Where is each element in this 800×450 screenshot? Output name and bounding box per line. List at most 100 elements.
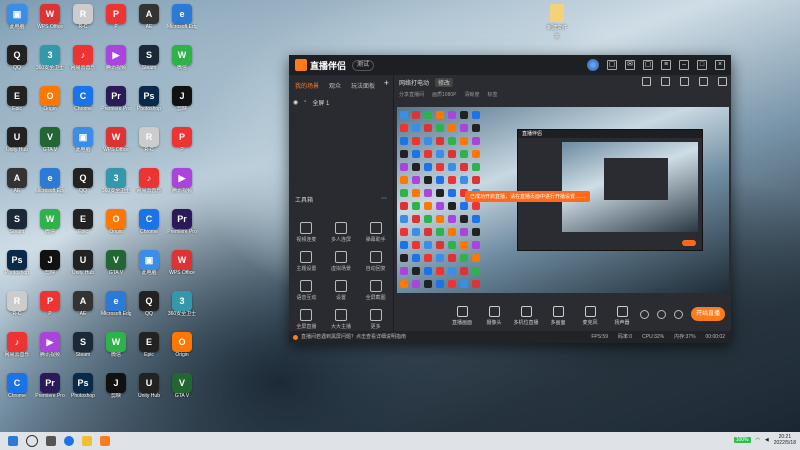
tool-item[interactable]: 全屏截图 — [358, 280, 393, 301]
camera-icon[interactable] — [640, 310, 649, 319]
desktop-icon[interactable]: U Unity Hub — [2, 127, 32, 157]
desktop-icon[interactable]: Q QQ — [68, 168, 98, 198]
control-button[interactable]: 麦克风 — [575, 306, 605, 326]
feedback-icon[interactable]: ▢ — [643, 60, 653, 70]
tool-item[interactable]: 弹幕助手 — [358, 222, 393, 243]
share-icon[interactable] — [718, 77, 727, 86]
explorer-icon[interactable] — [82, 436, 92, 446]
tool-item[interactable]: 虚拟场景 — [324, 251, 359, 272]
desktop-icon[interactable]: Pr Premiere Pro — [35, 373, 65, 403]
user-avatar[interactable] — [587, 59, 599, 71]
live-title[interactable]: 网络打电动 — [399, 78, 429, 87]
mail-icon[interactable]: ✉ — [625, 60, 635, 70]
version-badge[interactable]: 测试 — [352, 59, 375, 71]
desktop-icon[interactable]: V GTA V — [101, 250, 131, 280]
desktop-icon[interactable]: S Steam — [2, 209, 32, 239]
desktop-icon[interactable]: S Steam — [134, 45, 164, 75]
sub-info-item[interactable]: 标签 — [488, 91, 498, 98]
add-scene-icon[interactable]: + — [384, 78, 389, 88]
desktop-icon[interactable]: PP — [167, 127, 197, 157]
desktop-icon[interactable]: ♪ 网易云音乐 — [134, 168, 164, 198]
desktop-icon[interactable]: J 剪映 — [101, 373, 131, 403]
desktop-icon[interactable]: ▶ 腾讯视频 — [167, 168, 197, 198]
desktop-icon[interactable]: W WPS Office — [35, 4, 65, 34]
settings-icon[interactable]: ▢ — [607, 60, 617, 70]
desktop-icon[interactable]: C Chrome — [134, 209, 164, 239]
desktop-icon[interactable]: J 剪映 — [167, 86, 197, 116]
desktop-icon[interactable]: V GTA V — [167, 373, 197, 403]
desktop-icon[interactable]: A AE — [68, 291, 98, 321]
desktop-icon[interactable]: E Epic — [68, 209, 98, 239]
task-view-icon[interactable] — [46, 436, 56, 446]
desktop-icon[interactable]: U Unity Hub — [134, 373, 164, 403]
desktop-icon[interactable]: ▶ 腾讯视频 — [101, 45, 131, 75]
control-button[interactable]: 摄像头 — [479, 306, 509, 326]
tool-item[interactable]: 主题设置 — [289, 251, 324, 272]
desktop-icon[interactable]: ▣ 此电脑 — [134, 250, 164, 280]
control-button[interactable]: 扬声器 — [607, 306, 637, 326]
desktop-icon[interactable]: R R-C — [68, 4, 98, 34]
desktop-icon[interactable]: 3 360安全卫士 — [35, 45, 65, 75]
desktop-icon[interactable]: Q QQ — [2, 45, 32, 75]
desktop-icon[interactable]: PP — [35, 291, 65, 321]
desktop-icon[interactable]: A AE — [2, 168, 32, 198]
desktop-icon[interactable]: R R-C — [134, 127, 164, 157]
desktop-icon[interactable]: Pr Premiere Pro — [101, 86, 131, 116]
tool-item[interactable]: 视频连麦 — [289, 222, 324, 243]
desktop-icon[interactable]: V GTA V — [35, 127, 65, 157]
desktop-icon[interactable]: Ps Photoshop — [134, 86, 164, 116]
desktop-icon[interactable]: J 剪映 — [35, 250, 65, 280]
control-button[interactable]: 多画面 — [543, 306, 573, 326]
sub-info-item[interactable]: 画质1080P — [432, 91, 456, 98]
desktop-icon[interactable]: 3 360安全卫士 — [167, 291, 197, 321]
desktop-icon[interactable]: W WPS Office — [101, 127, 131, 157]
search-icon[interactable] — [26, 435, 38, 447]
desktop-icon[interactable]: 3 360安全卫士 — [101, 168, 131, 198]
desktop-icon[interactable]: ▣ 此电脑 — [68, 127, 98, 157]
screenshot-icon[interactable] — [680, 77, 689, 86]
desktop-icon[interactable]: ▶ 腾讯视频 — [35, 332, 65, 362]
desktop-icon[interactable]: Pr Premiere Pro — [167, 209, 197, 239]
lock-icon[interactable]: ▫ — [304, 99, 306, 105]
desktop-icon[interactable]: Q QQ — [134, 291, 164, 321]
control-button[interactable]: 多机位直播 — [511, 306, 541, 326]
sub-info-item[interactable]: 分享直播间 — [399, 91, 424, 98]
menu-icon[interactable]: ≡ — [661, 60, 671, 70]
desktop-icon[interactable]: ♪ 网易云音乐 — [68, 45, 98, 75]
battery-indicator[interactable]: 100% — [733, 437, 751, 443]
live-companion-taskbar-icon[interactable] — [100, 436, 110, 446]
desktop-icon[interactable]: W 微信 — [167, 45, 197, 75]
volume-icon[interactable]: ◀ — [765, 437, 769, 443]
tool-item[interactable]: 全屏直播 — [289, 309, 324, 330]
control-button[interactable]: 直播画面 — [447, 306, 477, 326]
desktop-icon[interactable]: ♪ 网易云音乐 — [2, 332, 32, 362]
sub-info-item[interactable]: 清晰度 — [464, 91, 479, 98]
edge-icon[interactable] — [64, 436, 74, 446]
desktop-icon[interactable]: U Unity Hub — [68, 250, 98, 280]
lock-view-icon[interactable] — [642, 77, 651, 86]
tab-my-scenes[interactable]: 我的场景 — [295, 81, 319, 90]
desktop-icon[interactable]: PP — [101, 4, 131, 34]
desktop-icon[interactable]: E Epic — [2, 86, 32, 116]
visibility-icon[interactable] — [657, 310, 666, 319]
desktop-icon[interactable]: ▣ 此电脑 — [2, 4, 32, 34]
tab-audience[interactable]: 观众 — [329, 81, 341, 90]
record-icon[interactable] — [699, 77, 708, 86]
desktop-icon[interactable]: Ps Photoshop — [68, 373, 98, 403]
tool-item[interactable]: 大大主播 — [324, 309, 359, 330]
settings-gear-icon[interactable] — [674, 310, 683, 319]
desktop-icon[interactable]: O Origin — [35, 86, 65, 116]
clock[interactable]: 20:21 2022/5/18 — [774, 434, 796, 446]
maximize-icon[interactable]: □ — [697, 60, 707, 70]
desktop-icon[interactable]: W 微信 — [101, 332, 131, 362]
tool-item[interactable]: 更多 — [358, 309, 393, 330]
scene-item[interactable]: ◉ ▫ 全屏 1 — [293, 96, 389, 108]
minimize-icon[interactable]: – — [679, 60, 689, 70]
desktop-icon[interactable]: O Origin — [101, 209, 131, 239]
tool-item[interactable]: 多人连屏 — [324, 222, 359, 243]
edit-title-button[interactable]: 修改 — [435, 77, 454, 87]
desktop-icon[interactable]: C Chrome — [2, 373, 32, 403]
eye-icon[interactable]: ◉ — [293, 99, 298, 106]
toolbox-more-icon[interactable]: ⋯ — [381, 195, 387, 204]
desktop-icon[interactable]: O Origin — [167, 332, 197, 362]
